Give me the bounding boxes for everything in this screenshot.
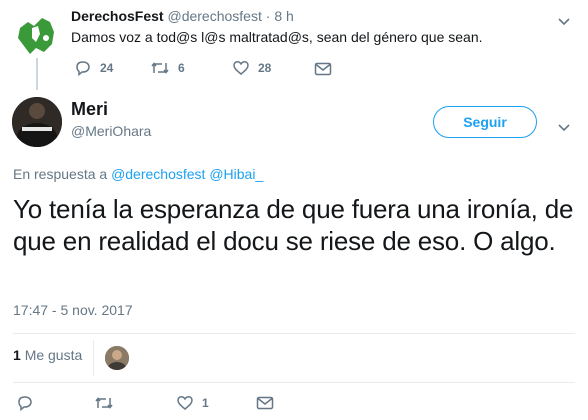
prev-separator: · xyxy=(265,8,271,24)
meri-handle[interactable]: @MeriOhara xyxy=(71,123,151,139)
retweet-icon xyxy=(95,397,113,409)
tweet-text: Yo tenía la esperanza de que fuera una i… xyxy=(13,194,574,256)
reply-icon xyxy=(76,61,90,76)
prev-dm-icon[interactable] xyxy=(314,62,332,81)
tweet-timestamp[interactable]: 17:47 - 5 nov. 2017 xyxy=(13,302,133,318)
like-count: 1 xyxy=(202,396,209,410)
envelope-icon xyxy=(256,396,274,410)
meri-display-name[interactable]: Meri xyxy=(71,99,108,120)
heart-icon xyxy=(177,396,193,410)
dm-button[interactable] xyxy=(256,396,274,415)
prev-retweet-count: 6 xyxy=(178,61,185,75)
prev-reply-action[interactable]: 24 xyxy=(74,60,113,76)
prev-handle[interactable]: @derechosfest xyxy=(167,8,261,24)
retweet-button[interactable] xyxy=(94,395,114,416)
likes-divider xyxy=(93,340,94,376)
like-button[interactable]: 1 xyxy=(176,395,209,411)
likes-summary[interactable]: 1 Me gusta xyxy=(13,347,82,363)
prev-like-action[interactable]: 28 xyxy=(232,60,271,76)
prev-time[interactable]: 8 h xyxy=(274,8,293,24)
tweet-more-icon[interactable] xyxy=(558,119,570,137)
likes-count: 1 xyxy=(13,347,21,363)
reply-icon xyxy=(18,396,32,412)
heart-icon xyxy=(233,61,249,75)
reply-button[interactable] xyxy=(16,395,34,416)
follow-button[interactable]: Seguir xyxy=(433,106,537,138)
prev-like-count: 28 xyxy=(258,61,272,75)
prev-reply-count: 24 xyxy=(100,61,114,75)
prev-display-name[interactable]: DerechosFest xyxy=(71,8,164,24)
divider-bottom xyxy=(13,382,575,383)
reply-context: En respuesta a @derechosfest @Hibai_ xyxy=(13,166,263,182)
divider-top xyxy=(13,333,575,334)
prev-more-icon[interactable] xyxy=(558,13,570,31)
liker-avatar[interactable] xyxy=(105,346,129,370)
likes-label: Me gusta xyxy=(24,347,83,363)
reply-to-derechosfest[interactable]: @derechosfest xyxy=(111,166,205,182)
prev-tweet-header: DerechosFest @derechosfest · 8 h xyxy=(71,8,294,24)
meri-avatar[interactable] xyxy=(12,97,62,147)
reply-prefix: En respuesta a xyxy=(13,166,108,182)
thread-line xyxy=(36,58,38,90)
prev-retweet-action[interactable]: 6 xyxy=(150,60,185,76)
reply-to-hibai[interactable]: @Hibai_ xyxy=(209,166,263,182)
prev-tweet-text: Damos voz a tod@s l@s maltratad@s, sean … xyxy=(71,29,483,45)
derechosfest-avatar[interactable] xyxy=(12,8,62,58)
retweet-icon xyxy=(151,62,169,74)
